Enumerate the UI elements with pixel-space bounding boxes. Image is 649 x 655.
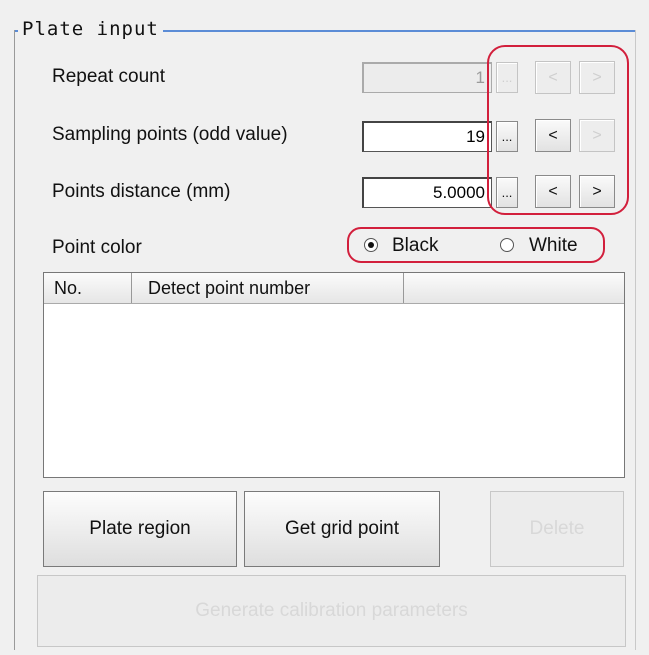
sampling-points-input[interactable]: 19 [362, 121, 492, 152]
black-radio[interactable] [364, 238, 378, 252]
white-radio[interactable] [500, 238, 514, 252]
delete-button[interactable]: Delete [490, 491, 624, 567]
column-header-detect-point-number[interactable]: Detect point number [132, 273, 404, 303]
generate-calibration-button[interactable]: Generate calibration parameters [37, 575, 626, 647]
frame-right-line [635, 30, 636, 650]
arrow-buttons-highlight [487, 45, 629, 215]
point-color-label: Point color [52, 237, 142, 258]
plate-input-panel: Plate input Repeat count 1 ... < > Sampl… [0, 0, 649, 655]
column-header-no[interactable]: No. [44, 273, 132, 303]
points-distance-label: Points distance (mm) [52, 181, 231, 202]
detect-point-table[interactable]: No. Detect point number [43, 272, 625, 478]
repeat-count-input[interactable]: 1 [362, 62, 492, 93]
white-radio-label[interactable]: White [529, 235, 578, 257]
column-header-empty [404, 273, 624, 303]
points-distance-input[interactable]: 5.0000 [362, 177, 492, 208]
group-title: Plate input [18, 18, 163, 40]
plate-region-button[interactable]: Plate region [43, 491, 237, 567]
get-grid-point-button[interactable]: Get grid point [244, 491, 440, 567]
black-radio-label[interactable]: Black [392, 235, 438, 257]
repeat-count-label: Repeat count [52, 66, 166, 87]
frame-left-line [14, 30, 15, 650]
sampling-points-label: Sampling points (odd value) [52, 124, 288, 145]
table-header: No. Detect point number [44, 273, 624, 304]
